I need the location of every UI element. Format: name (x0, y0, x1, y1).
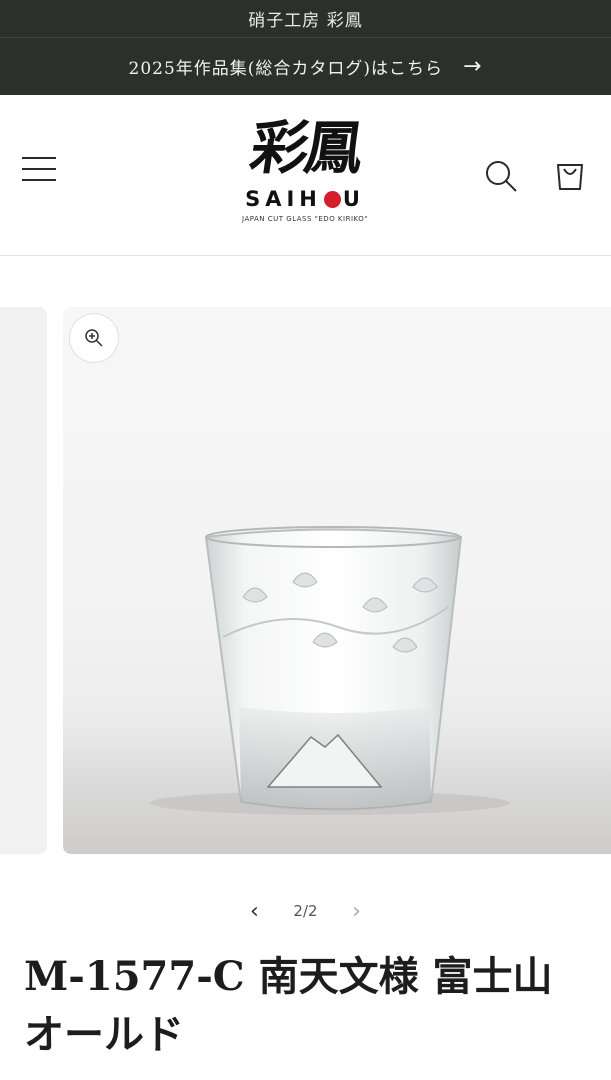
gallery-counter: 2/2 (293, 902, 318, 920)
site-logo[interactable]: 彩鳳 SAIH U JAPAN CUT GLASS "EDO KIRIKO" (210, 114, 400, 235)
announcement-bar[interactable]: 2025年作品集(総合カタログ)はこちら → (0, 38, 611, 95)
gallery-pager: ‹ 2/2 › (0, 896, 611, 926)
chevron-right-icon[interactable]: › (342, 896, 372, 926)
hamburger-menu-icon[interactable] (22, 157, 56, 187)
search-icon[interactable] (484, 159, 518, 193)
product-image[interactable] (63, 307, 611, 854)
cart-icon[interactable] (552, 155, 588, 193)
glass-illustration (150, 526, 510, 815)
arrow-right-icon[interactable]: → (463, 54, 482, 79)
gallery-previous-slide[interactable] (0, 307, 47, 854)
logo-wordmark: SAIH U (245, 187, 365, 211)
zoom-in-icon[interactable] (70, 314, 118, 362)
announcement-text[interactable]: 2025年作品集(総合カタログ)はこちら (129, 54, 444, 79)
site-header: 彩鳳 SAIH U JAPAN CUT GLASS "EDO KIRIKO" (0, 95, 611, 256)
logo-tagline: JAPAN CUT GLASS "EDO KIRIKO" (242, 215, 368, 223)
product-title: M-1577-C 南天文様 富士山オールド (24, 953, 553, 1058)
store-name: 硝子工房 彩鳳 (248, 11, 363, 31)
store-name-bar: 硝子工房 彩鳳 (0, 0, 611, 38)
logo-red-dot (323, 191, 341, 208)
logo-kanji: 彩鳳 (246, 114, 364, 182)
chevron-left-icon[interactable]: ‹ (239, 896, 269, 926)
